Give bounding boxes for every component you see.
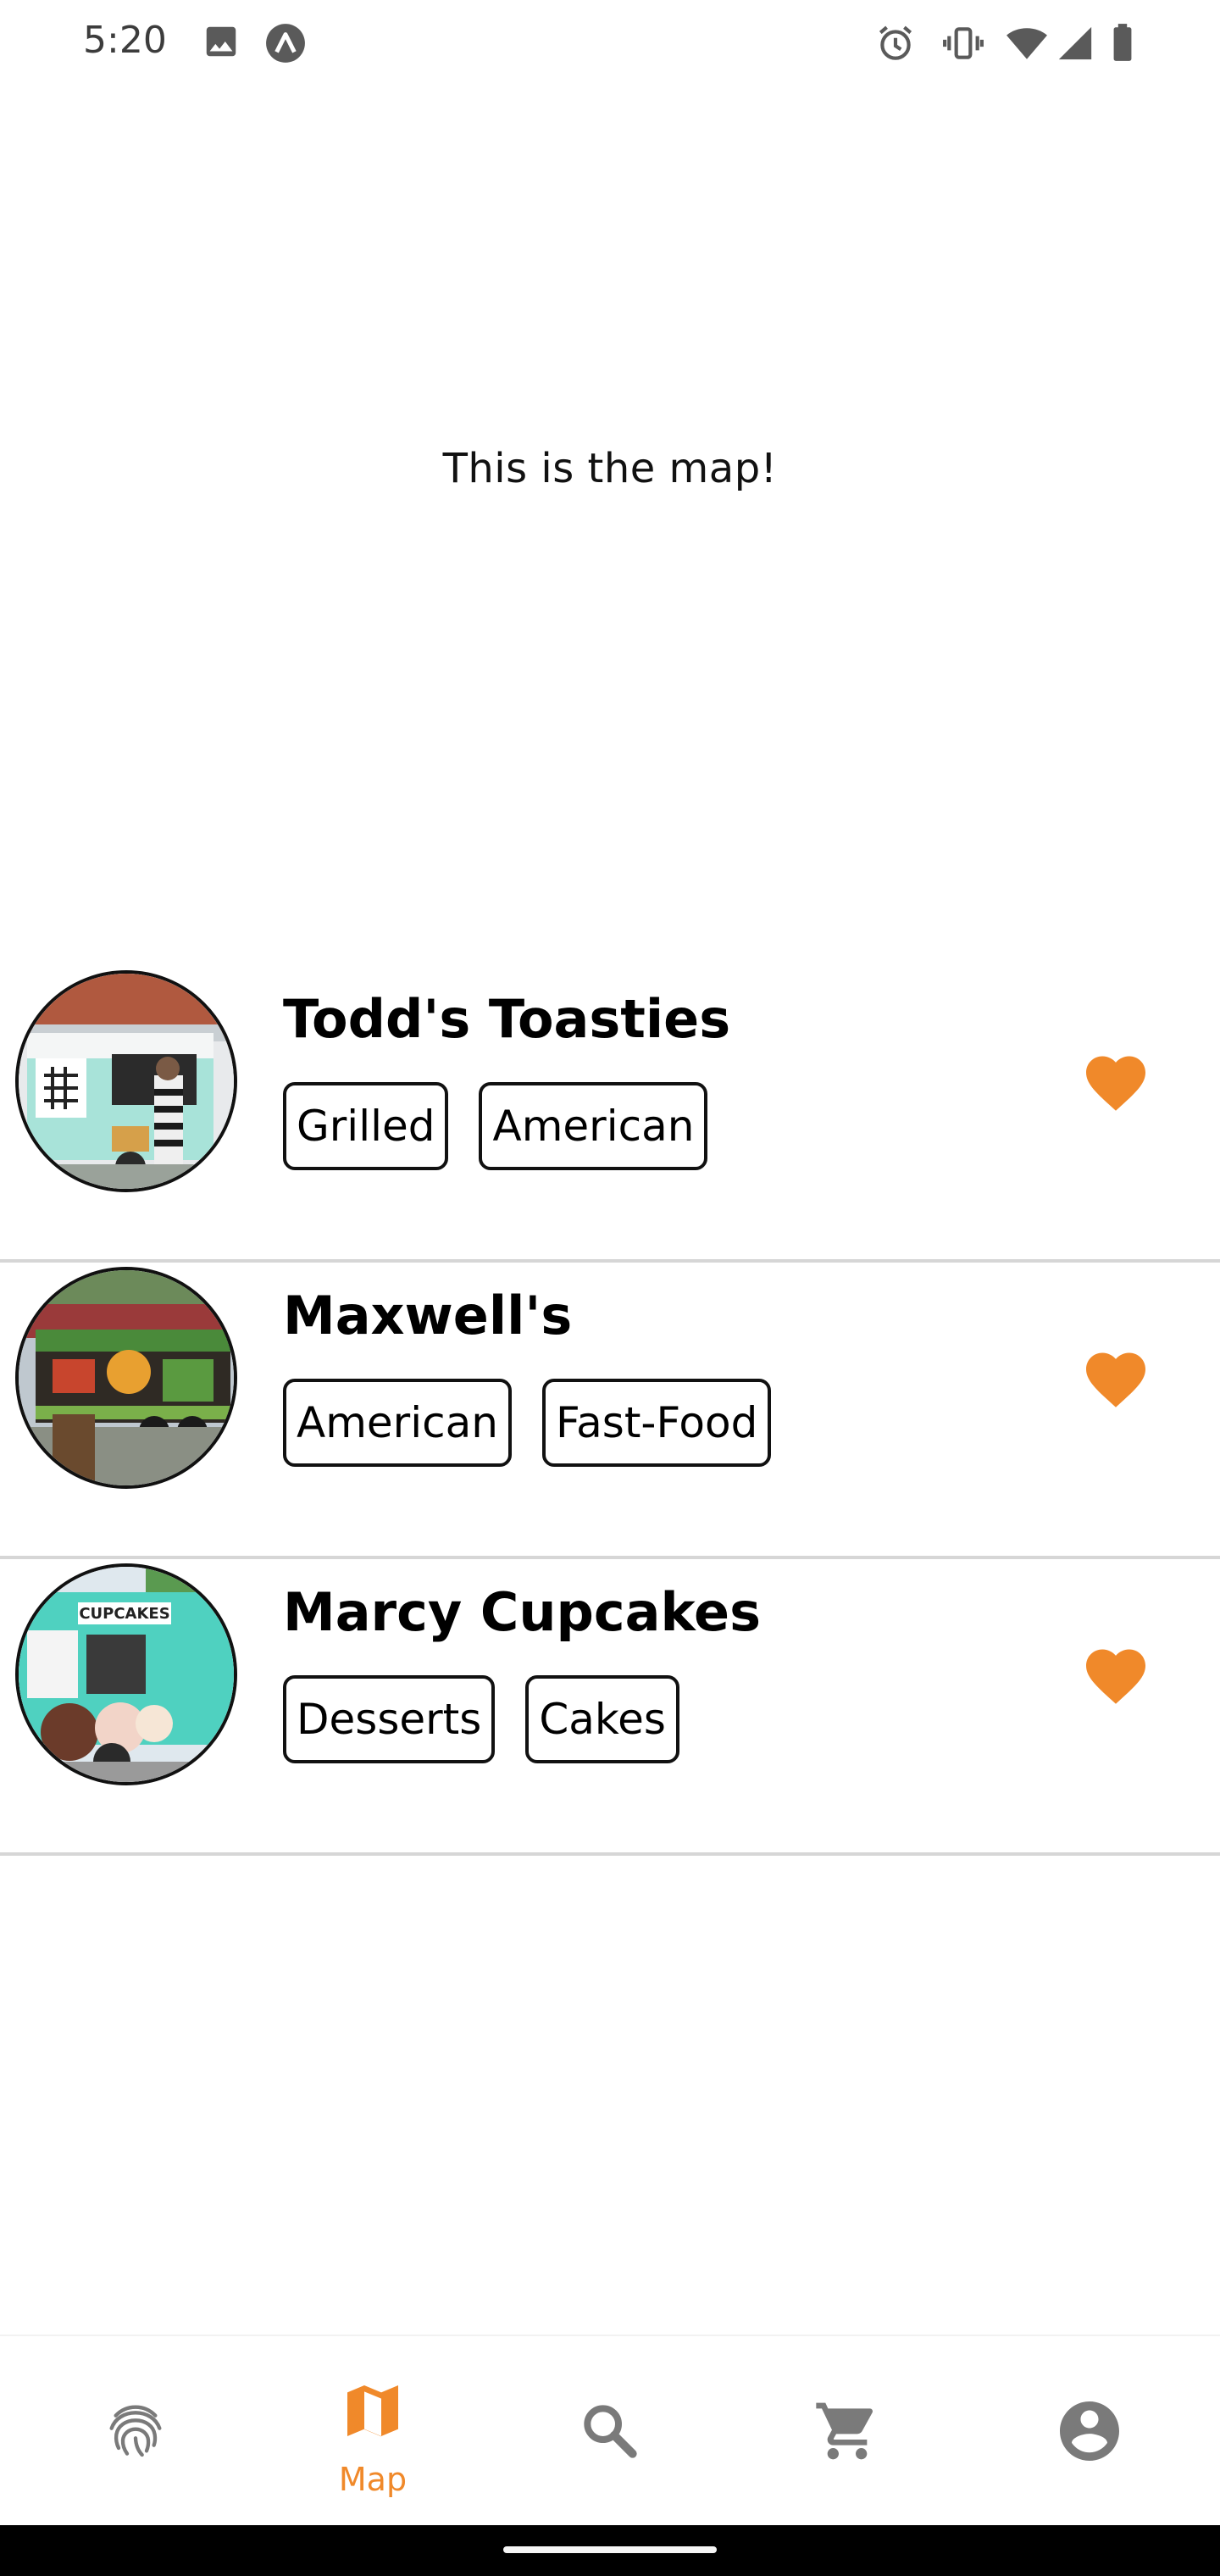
battery-icon [1110,22,1135,64]
tag-list: Grilled American [283,1082,708,1170]
cuisine-tag[interactable]: Desserts [283,1675,496,1763]
nav-item-fingerprint[interactable] [51,2336,220,2527]
truck-row[interactable]: Maxwell's American Fast-Food [0,1263,1220,1559]
map-icon [347,2385,398,2437]
cuisine-tag[interactable]: Grilled [283,1082,449,1170]
truck-photo [15,1267,237,1489]
fingerprint-icon [109,2405,162,2457]
map-placeholder-text: This is the map! [442,445,778,492]
vibrate-icon [942,22,984,64]
favorite-button[interactable] [1080,1047,1151,1119]
favorite-button[interactable] [1080,1641,1151,1712]
tag-list: Desserts Cakes [283,1675,679,1763]
heart-icon [1086,1352,1145,1407]
bottom-nav: Map [0,2334,1220,2525]
cuisine-tag[interactable]: American [283,1379,512,1467]
heart-icon [1086,1649,1145,1704]
alarm-icon [874,22,917,64]
status-bar: 5:20 [0,0,1220,85]
image-icon [202,22,241,64]
truck-photo [15,970,237,1192]
map-area[interactable]: This is the map! [0,85,1220,966]
search-icon [584,2405,637,2458]
nav-label-map: Map [338,2461,408,2498]
signal-icon [1056,22,1095,64]
nav-item-search[interactable] [525,2336,695,2527]
truck-name: Maxwell's [283,1285,573,1346]
account-icon [1060,2401,1119,2461]
cuisine-tag[interactable]: Cakes [525,1675,679,1763]
app-a-icon [264,22,307,64]
truck-row[interactable]: CUPCAKES Marcy Cupcakes Desserts Cakes [0,1559,1220,1856]
cuisine-tag[interactable]: American [479,1082,708,1170]
truck-list: Todd's Toasties Grilled American Maxwell… [0,966,1220,1856]
wifi-icon [1005,22,1049,64]
nav-item-account[interactable] [1003,2336,1173,2527]
status-time: 5:20 [83,19,167,62]
nav-item-cart[interactable] [762,2336,932,2527]
svg-text:CUPCAKES: CUPCAKES [79,1605,169,1623]
favorite-button[interactable] [1080,1344,1151,1415]
heart-icon [1086,1056,1145,1111]
cart-icon [816,2402,873,2460]
system-nav-bar [0,2525,1220,2576]
cuisine-tag[interactable]: Fast-Food [541,1379,772,1467]
truck-photo: CUPCAKES [15,1563,237,1785]
truck-name: Marcy Cupcakes [283,1581,761,1643]
truck-row[interactable]: Todd's Toasties Grilled American [0,966,1220,1263]
tag-list: American Fast-Food [283,1379,772,1467]
home-handle[interactable] [503,2546,717,2553]
truck-name: Todd's Toasties [283,988,731,1050]
nav-item-map[interactable]: Map [288,2336,458,2527]
